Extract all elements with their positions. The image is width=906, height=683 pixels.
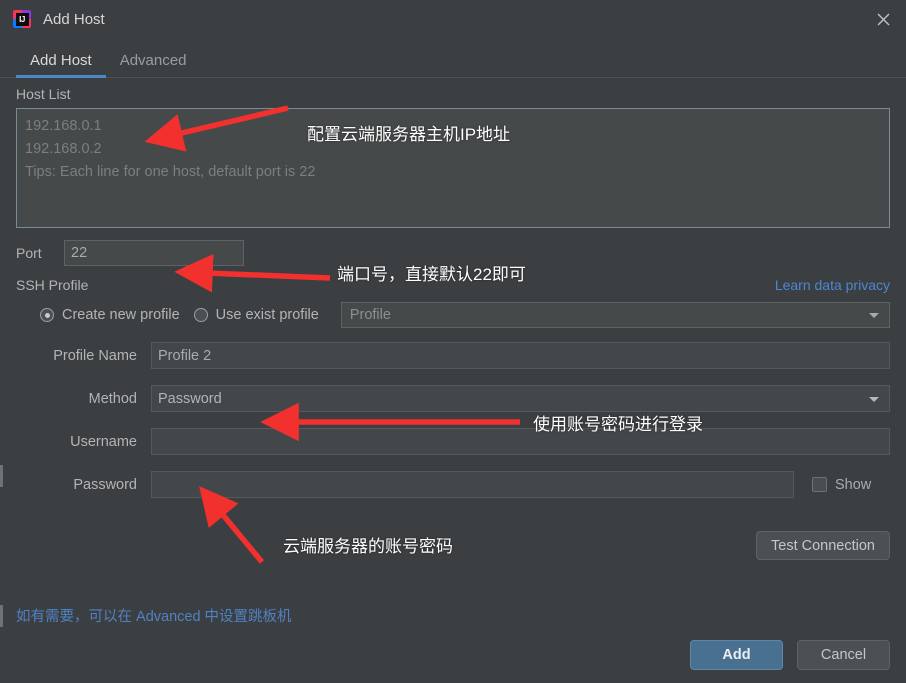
radio-unselected-icon	[193, 308, 208, 322]
method-combobox-value: Password	[158, 390, 222, 407]
add-button[interactable]: Add	[690, 639, 783, 670]
host-list-placeholder-line: Tips: Each line for one host, default po…	[25, 164, 316, 180]
password-label: Password	[73, 476, 137, 493]
advanced-jumphost-hint-link[interactable]: 如有需要，可以在 Advanced 中设置跳板机	[16, 605, 292, 626]
existing-profile-combobox[interactable]: Profile	[340, 302, 890, 328]
left-edge-marker	[0, 605, 3, 627]
username-input[interactable]	[151, 428, 890, 455]
left-edge-marker	[0, 465, 3, 487]
radio-use-exist-profile-label: Use exist profile	[215, 307, 319, 323]
existing-profile-combobox-value: Profile	[349, 307, 391, 323]
port-label: Port	[16, 245, 42, 261]
password-input[interactable]	[151, 471, 794, 498]
port-row: Port	[16, 240, 890, 266]
title-bar: IJ Add Host	[0, 0, 906, 38]
tab-advanced[interactable]: Advanced	[106, 52, 201, 78]
profile-mode-radio-group: Create new profile Use exist profile Pro…	[16, 302, 890, 328]
username-label: Username	[70, 433, 137, 450]
cancel-button[interactable]: Cancel	[797, 639, 890, 670]
intellij-idea-icon: IJ	[13, 10, 31, 28]
tab-bar: Add Host Advanced	[0, 38, 906, 78]
profile-name-label: Profile Name	[53, 347, 137, 364]
chevron-down-icon	[869, 313, 879, 318]
method-combobox[interactable]: Password	[151, 385, 890, 412]
chevron-down-icon	[869, 396, 879, 402]
ssh-profile-header: SSH Profile Learn data privacy	[16, 277, 890, 293]
ssh-profile-label: SSH Profile	[16, 277, 89, 293]
profile-name-input[interactable]	[151, 342, 890, 369]
dialog-button-bar: Add Cancel	[0, 626, 906, 683]
dialog-content: Host List 192.168.0.1 192.168.0.2 Tips: …	[0, 86, 906, 560]
radio-create-new-profile[interactable]: Create new profile	[40, 307, 180, 323]
username-row: Username	[16, 428, 890, 455]
test-connection-button[interactable]: Test Connection	[756, 531, 890, 560]
radio-use-exist-profile[interactable]: Use exist profile	[193, 307, 319, 323]
host-list-textarea[interactable]: 192.168.0.1 192.168.0.2 Tips: Each line …	[16, 108, 890, 228]
show-password-label: Show	[835, 476, 872, 493]
method-row: Method Password	[16, 385, 890, 412]
port-input[interactable]	[64, 240, 244, 266]
method-label: Method	[88, 390, 137, 407]
host-list-placeholder-line: 192.168.0.2	[25, 141, 102, 157]
test-connection-row: Test Connection	[16, 531, 890, 560]
show-password-checkbox[interactable]: Show	[812, 477, 871, 493]
checkbox-unchecked-icon	[812, 477, 827, 492]
close-icon[interactable]	[860, 0, 906, 38]
profile-name-row: Profile Name	[16, 342, 890, 369]
tab-add-host[interactable]: Add Host	[16, 52, 106, 78]
password-row: Password Show	[16, 471, 890, 498]
radio-create-new-profile-label: Create new profile	[62, 307, 180, 323]
window-title: Add Host	[43, 10, 105, 28]
host-list-label: Host List	[16, 86, 71, 102]
radio-selected-icon	[40, 308, 54, 322]
host-list-placeholder-line: 192.168.0.1	[25, 118, 102, 134]
learn-data-privacy-link[interactable]: Learn data privacy	[775, 277, 890, 293]
